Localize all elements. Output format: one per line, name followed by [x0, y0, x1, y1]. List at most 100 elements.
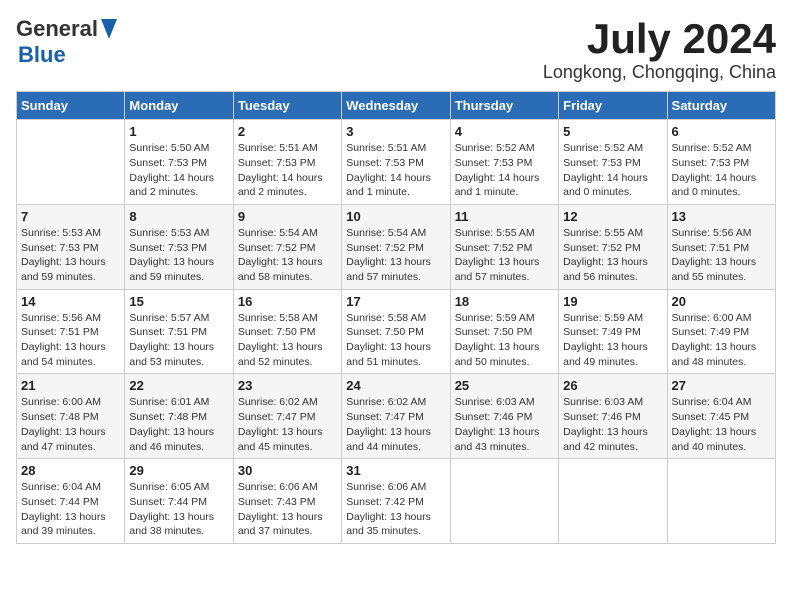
- day-number: 15: [129, 294, 228, 309]
- calendar-cell: 13 Sunrise: 5:56 AMSunset: 7:51 PMDayligh…: [667, 204, 775, 289]
- calendar-cell: 5 Sunrise: 5:52 AMSunset: 7:53 PMDaylight…: [559, 120, 667, 205]
- day-number: 21: [21, 378, 120, 393]
- day-info: Sunrise: 6:05 AMSunset: 7:44 PMDaylight:…: [129, 480, 228, 539]
- calendar-cell: 23 Sunrise: 6:02 AMSunset: 7:47 PMDayligh…: [233, 374, 341, 459]
- day-number: 16: [238, 294, 337, 309]
- day-number: 24: [346, 378, 445, 393]
- calendar-cell: 4Sunrise: 5:52 AMSunset: 7:53 PMDaylight…: [450, 120, 558, 205]
- calendar-cell: 8 Sunrise: 5:53 AMSunset: 7:53 PMDaylight…: [125, 204, 233, 289]
- calendar-cell: 11 Sunrise: 5:55 AMSunset: 7:52 PMDayligh…: [450, 204, 558, 289]
- calendar-col-header: Sunday: [17, 92, 125, 120]
- day-info: Sunrise: 5:55 AMSunset: 7:52 PMDaylight:…: [563, 226, 662, 285]
- day-number: 23: [238, 378, 337, 393]
- day-number: 5: [563, 124, 662, 139]
- day-number: 28: [21, 463, 120, 478]
- calendar-col-header: Thursday: [450, 92, 558, 120]
- calendar-cell: [667, 459, 775, 544]
- calendar-cell: 6 Sunrise: 5:52 AMSunset: 7:53 PMDaylight…: [667, 120, 775, 205]
- calendar-cell: [559, 459, 667, 544]
- day-number: 13: [672, 209, 771, 224]
- day-number: 20: [672, 294, 771, 309]
- day-info: Sunrise: 6:06 AMSunset: 7:43 PMDaylight:…: [238, 480, 337, 539]
- day-info: Sunrise: 5:51 AMSunset: 7:53 PMDaylight:…: [238, 141, 337, 200]
- day-number: 3: [346, 124, 445, 139]
- day-number: 31: [346, 463, 445, 478]
- day-info: Sunrise: 5:52 AMSunset: 7:53 PMDaylight:…: [672, 141, 771, 200]
- calendar-cell: 21Sunrise: 6:00 AMSunset: 7:48 PMDayligh…: [17, 374, 125, 459]
- calendar-cell: 3 Sunrise: 5:51 AMSunset: 7:53 PMDaylight…: [342, 120, 450, 205]
- calendar-cell: 27 Sunrise: 6:04 AMSunset: 7:45 PMDayligh…: [667, 374, 775, 459]
- calendar-cell: 20 Sunrise: 6:00 AMSunset: 7:49 PMDayligh…: [667, 289, 775, 374]
- day-number: 7: [21, 209, 120, 224]
- logo: General Blue: [16, 16, 117, 68]
- day-info: Sunrise: 5:55 AMSunset: 7:52 PMDaylight:…: [455, 226, 554, 285]
- day-info: Sunrise: 5:53 AMSunset: 7:53 PMDaylight:…: [21, 226, 120, 285]
- day-info: Sunrise: 5:54 AMSunset: 7:52 PMDaylight:…: [346, 226, 445, 285]
- day-number: 11: [455, 209, 554, 224]
- calendar-body: 1 Sunrise: 5:50 AMSunset: 7:53 PMDaylight…: [17, 120, 776, 544]
- calendar-cell: 2 Sunrise: 5:51 AMSunset: 7:53 PMDaylight…: [233, 120, 341, 205]
- calendar-week-row: 28 Sunrise: 6:04 AMSunset: 7:44 PMDayligh…: [17, 459, 776, 544]
- calendar-col-header: Tuesday: [233, 92, 341, 120]
- day-number: 9: [238, 209, 337, 224]
- day-info: Sunrise: 6:06 AMSunset: 7:42 PMDaylight:…: [346, 480, 445, 539]
- calendar-cell: 12 Sunrise: 5:55 AMSunset: 7:52 PMDayligh…: [559, 204, 667, 289]
- calendar-cell: [450, 459, 558, 544]
- day-number: 22: [129, 378, 228, 393]
- day-number: 27: [672, 378, 771, 393]
- calendar-cell: 22 Sunrise: 6:01 AMSunset: 7:48 PMDayligh…: [125, 374, 233, 459]
- day-number: 18: [455, 294, 554, 309]
- day-number: 14: [21, 294, 120, 309]
- day-info: Sunrise: 5:50 AMSunset: 7:53 PMDaylight:…: [129, 141, 228, 200]
- day-info: Sunrise: 5:52 AMSunset: 7:53 PMDaylight:…: [563, 141, 662, 200]
- day-number: 2: [238, 124, 337, 139]
- day-number: 17: [346, 294, 445, 309]
- day-info: Sunrise: 5:56 AMSunset: 7:51 PMDaylight:…: [672, 226, 771, 285]
- day-info: Sunrise: 6:01 AMSunset: 7:48 PMDaylight:…: [129, 395, 228, 454]
- day-number: 29: [129, 463, 228, 478]
- day-info: Sunrise: 5:51 AMSunset: 7:53 PMDaylight:…: [346, 141, 445, 200]
- calendar-week-row: 1 Sunrise: 5:50 AMSunset: 7:53 PMDaylight…: [17, 120, 776, 205]
- calendar-header-row: SundayMondayTuesdayWednesdayThursdayFrid…: [17, 92, 776, 120]
- day-info: Sunrise: 6:02 AMSunset: 7:47 PMDaylight:…: [238, 395, 337, 454]
- day-info: Sunrise: 5:59 AMSunset: 7:49 PMDaylight:…: [563, 311, 662, 370]
- day-info: Sunrise: 6:00 AMSunset: 7:49 PMDaylight:…: [672, 311, 771, 370]
- day-info: Sunrise: 5:54 AMSunset: 7:52 PMDaylight:…: [238, 226, 337, 285]
- day-number: 19: [563, 294, 662, 309]
- day-info: Sunrise: 5:57 AMSunset: 7:51 PMDaylight:…: [129, 311, 228, 370]
- calendar-col-header: Monday: [125, 92, 233, 120]
- calendar-cell: 16 Sunrise: 5:58 AMSunset: 7:50 PMDayligh…: [233, 289, 341, 374]
- logo-blue-text: Blue: [18, 42, 66, 67]
- calendar-cell: 26Sunrise: 6:03 AMSunset: 7:46 PMDayligh…: [559, 374, 667, 459]
- calendar-cell: 29 Sunrise: 6:05 AMSunset: 7:44 PMDayligh…: [125, 459, 233, 544]
- location-title: Longkong, Chongqing, China: [543, 62, 776, 83]
- day-info: Sunrise: 5:58 AMSunset: 7:50 PMDaylight:…: [346, 311, 445, 370]
- day-info: Sunrise: 6:04 AMSunset: 7:44 PMDaylight:…: [21, 480, 120, 539]
- calendar-col-header: Saturday: [667, 92, 775, 120]
- day-number: 12: [563, 209, 662, 224]
- calendar-cell: 9 Sunrise: 5:54 AMSunset: 7:52 PMDaylight…: [233, 204, 341, 289]
- day-number: 8: [129, 209, 228, 224]
- day-number: 1: [129, 124, 228, 139]
- calendar-cell: 25Sunrise: 6:03 AMSunset: 7:46 PMDayligh…: [450, 374, 558, 459]
- calendar-week-row: 21Sunrise: 6:00 AMSunset: 7:48 PMDayligh…: [17, 374, 776, 459]
- day-number: 4: [455, 124, 554, 139]
- day-number: 6: [672, 124, 771, 139]
- day-info: Sunrise: 5:53 AMSunset: 7:53 PMDaylight:…: [129, 226, 228, 285]
- day-info: Sunrise: 5:59 AMSunset: 7:50 PMDaylight:…: [455, 311, 554, 370]
- calendar-cell: 30 Sunrise: 6:06 AMSunset: 7:43 PMDayligh…: [233, 459, 341, 544]
- calendar-cell: 18 Sunrise: 5:59 AMSunset: 7:50 PMDayligh…: [450, 289, 558, 374]
- page-header: General Blue July 2024 Longkong, Chongqi…: [16, 16, 776, 83]
- day-info: Sunrise: 5:58 AMSunset: 7:50 PMDaylight:…: [238, 311, 337, 370]
- calendar-week-row: 14 Sunrise: 5:56 AMSunset: 7:51 PMDayligh…: [17, 289, 776, 374]
- calendar-cell: 15 Sunrise: 5:57 AMSunset: 7:51 PMDayligh…: [125, 289, 233, 374]
- calendar-table: SundayMondayTuesdayWednesdayThursdayFrid…: [16, 91, 776, 544]
- calendar-cell: 17 Sunrise: 5:58 AMSunset: 7:50 PMDayligh…: [342, 289, 450, 374]
- calendar-cell: 10 Sunrise: 5:54 AMSunset: 7:52 PMDayligh…: [342, 204, 450, 289]
- day-info: Sunrise: 6:04 AMSunset: 7:45 PMDaylight:…: [672, 395, 771, 454]
- calendar-cell: 19 Sunrise: 5:59 AMSunset: 7:49 PMDayligh…: [559, 289, 667, 374]
- day-info: Sunrise: 5:56 AMSunset: 7:51 PMDaylight:…: [21, 311, 120, 370]
- day-number: 30: [238, 463, 337, 478]
- day-number: 10: [346, 209, 445, 224]
- logo-general-text: General: [16, 16, 98, 42]
